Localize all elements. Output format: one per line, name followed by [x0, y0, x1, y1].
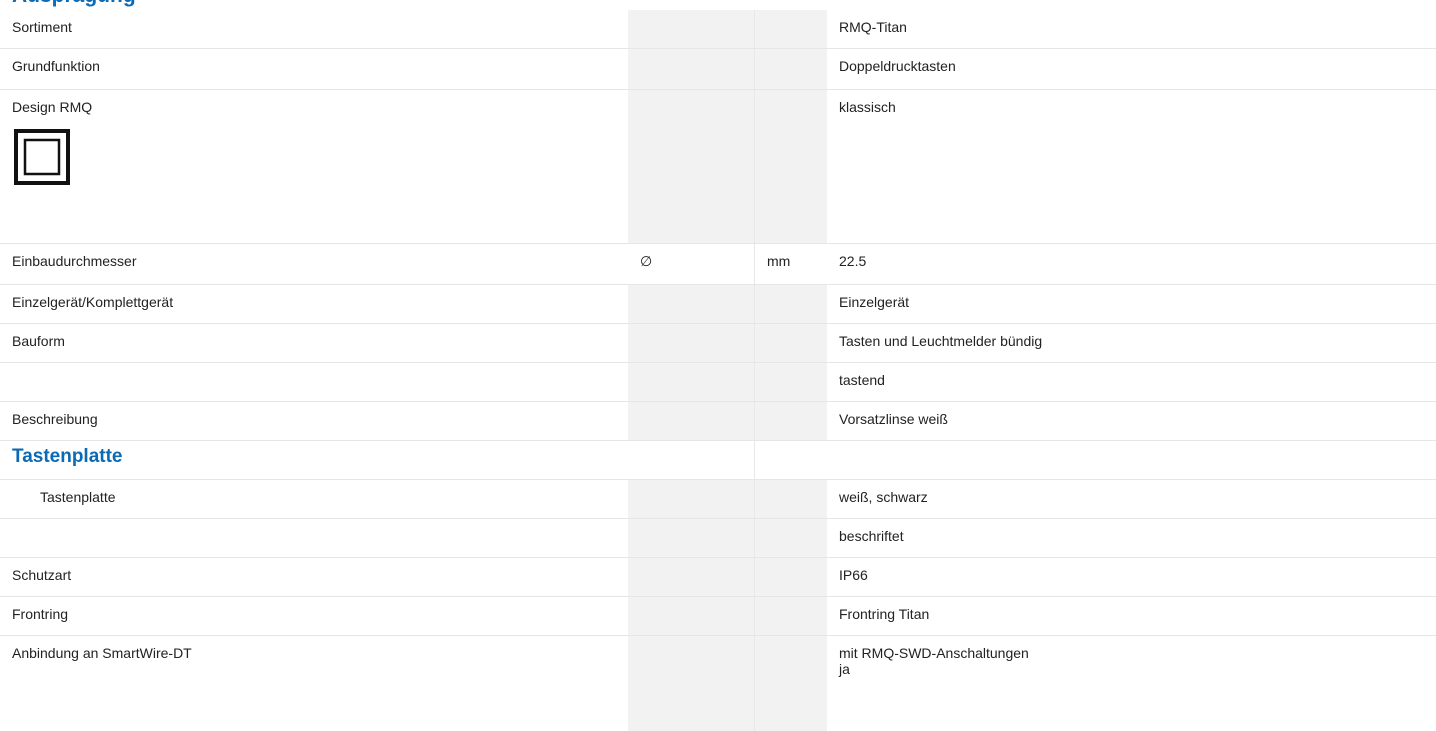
- spec-unit: [755, 363, 828, 402]
- spec-symbol: [628, 597, 755, 636]
- spec-unit: [755, 10, 828, 49]
- spec-symbol: [628, 49, 755, 90]
- spec-symbol: [628, 285, 755, 324]
- spec-label: Anbindung an SmartWire-DT: [0, 636, 628, 731]
- table-row: Anbindung an SmartWire-DT mit RMQ-SWD-An…: [0, 636, 1436, 731]
- spec-unit: [755, 324, 828, 363]
- spec-value: klassisch: [827, 90, 1436, 244]
- spec-value: 22.5: [827, 244, 1436, 285]
- table-row: Sortiment RMQ-Titan: [0, 10, 1436, 49]
- table-row: Grundfunktion Doppeldrucktasten: [0, 49, 1436, 90]
- spec-symbol: [628, 558, 755, 597]
- spec-label: [0, 519, 628, 558]
- spec-unit: [755, 480, 828, 519]
- spec-unit: [755, 636, 828, 731]
- spec-label: Beschreibung: [0, 402, 628, 441]
- table-row: Frontring Frontring Titan: [0, 597, 1436, 636]
- table-row: Bauform Tasten und Leuchtmelder bündig: [0, 324, 1436, 363]
- spec-label: Frontring: [0, 597, 628, 636]
- spec-symbol: [628, 90, 755, 244]
- table-row: Tastenplatte weiß, schwarz: [0, 480, 1436, 519]
- spec-value: weiß, schwarz: [827, 480, 1436, 519]
- spec-label: Tastenplatte: [0, 480, 628, 519]
- table-row: Einzelgerät/Komplettgerät Einzelgerät: [0, 285, 1436, 324]
- table-row: Beschreibung Vorsatzlinse weiß: [0, 402, 1436, 441]
- spec-value: Frontring Titan: [827, 597, 1436, 636]
- spec-symbol: [628, 324, 755, 363]
- spec-symbol: [628, 519, 755, 558]
- spec-unit: [755, 49, 828, 90]
- spec-unit: [755, 402, 828, 441]
- spec-symbol: [628, 402, 755, 441]
- table-row: Einbaudurchmesser ∅ mm 22.5: [0, 244, 1436, 285]
- diameter-symbol: ∅: [628, 244, 755, 285]
- spec-value: Einzelgerät: [827, 285, 1436, 324]
- spec-symbol: [628, 636, 755, 731]
- spec-unit: [755, 90, 828, 244]
- spec-value: RMQ-Titan: [827, 10, 1436, 49]
- table-row: Design RMQ klassisch: [0, 90, 1436, 244]
- spec-value: tastend: [827, 363, 1436, 402]
- table-row: Schutzart IP66: [0, 558, 1436, 597]
- spec-symbol: [628, 480, 755, 519]
- spec-value: Tasten und Leuchtmelder bündig: [827, 324, 1436, 363]
- spec-label: Sortiment: [0, 10, 628, 49]
- spec-value: Doppeldrucktasten: [827, 49, 1436, 90]
- table-row: tastend: [0, 363, 1436, 402]
- spec-label: Design RMQ: [12, 99, 628, 115]
- section-heading: Tastenplatte: [0, 441, 628, 480]
- spec-unit: [755, 597, 828, 636]
- table-row: beschriftet: [0, 519, 1436, 558]
- spec-value: beschriftet: [827, 519, 1436, 558]
- spec-label: Einzelgerät/Komplettgerät: [0, 285, 628, 324]
- spec-value: IP66: [827, 558, 1436, 597]
- spec-unit: [755, 285, 828, 324]
- spec-value-secondary: ja: [839, 661, 1436, 677]
- spec-unit: [755, 519, 828, 558]
- spec-label: Bauform: [0, 324, 628, 363]
- square-bezel-icon: [14, 129, 70, 185]
- spec-unit: mm: [755, 244, 828, 285]
- spec-label: Einbaudurchmesser: [0, 244, 628, 285]
- spec-table: Sortiment RMQ-Titan Grundfunktion Doppel…: [0, 10, 1436, 731]
- section-row: Tastenplatte: [0, 441, 1436, 480]
- spec-unit: [755, 558, 828, 597]
- spec-value: mit RMQ-SWD-Anschaltungen: [839, 645, 1436, 661]
- spec-value: Vorsatzlinse weiß: [827, 402, 1436, 441]
- spec-label: Schutzart: [0, 558, 628, 597]
- spec-label: Grundfunktion: [0, 49, 628, 90]
- spec-label: [0, 363, 628, 402]
- spec-symbol: [628, 363, 755, 402]
- page-heading: Ausprägung: [12, 0, 136, 10]
- spec-symbol: [628, 10, 755, 49]
